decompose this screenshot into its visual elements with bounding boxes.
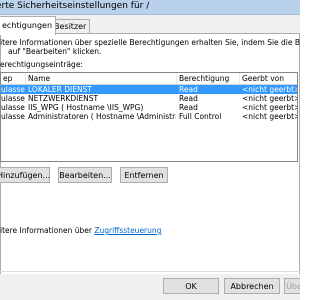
description-text: itere Informationen über spezielle Berec… [0, 38, 300, 56]
row-inherited: <nicht geerbt> [242, 112, 297, 121]
row-name: LOKALER DIENST [28, 85, 92, 94]
column-header-type[interactable]: ep [1, 73, 26, 84]
row-type: ulassen [1, 85, 25, 94]
row-type: ulassen [1, 103, 25, 112]
description-line-2: auf "Bearbeiten" klicken. [8, 47, 102, 56]
footer-separator [0, 271, 300, 272]
title-bar: erte Sicherheitseinstellungen für / [0, 0, 300, 15]
table-row[interactable]: ulassen Administratoren ( Hostname \Admi… [1, 112, 297, 121]
edit-button[interactable]: Bearbeiten... [58, 167, 112, 183]
row-name: NETZWERKDIENST [28, 94, 99, 103]
column-header-inherited[interactable]: Geerbt von [240, 73, 297, 84]
tab-berechtigungen[interactable]: echtigungen [0, 16, 57, 35]
apply-button[interactable]: Übernehmen [284, 278, 300, 294]
description-line-1: itere Informationen über spezielle Berec… [0, 38, 300, 47]
row-inherited: <nicht geerbt> [242, 94, 297, 103]
tab-strip: echtigungen Besitzer [0, 16, 300, 35]
row-inherited: <nicht geerbt> [242, 85, 297, 94]
info-prefix: itere Informationen über [0, 226, 95, 235]
dialog-footer: OK Abbrechen Übernehmen [0, 274, 300, 300]
security-settings-window: erte Sicherheitseinstellungen für / echt… [0, 0, 300, 300]
remove-button[interactable]: Entfernen [120, 167, 168, 183]
column-header-permission[interactable]: Berechtigung [177, 73, 240, 84]
permission-entries-list[interactable]: ep Name Berechtigung Geerbt von ulassen … [0, 72, 298, 162]
access-control-link[interactable]: Zugriffssteuerung [94, 226, 161, 235]
column-header-name[interactable]: Name [26, 73, 177, 84]
permission-entries-label: erechtigungseinträge: [0, 60, 83, 69]
table-row[interactable]: ulassen LOKALER DIENST Read <nicht geerb… [1, 85, 297, 94]
window-title: erte Sicherheitseinstellungen für / [0, 1, 150, 11]
row-permission: Read [179, 103, 198, 112]
row-inherited: <nicht geerbt> [242, 103, 297, 112]
row-type: ulassen [1, 112, 25, 121]
tab-besitzer[interactable]: Besitzer [50, 19, 91, 34]
row-name: IIS_WPG ( Hostname \IIS_WPG) [28, 103, 144, 112]
cancel-button[interactable]: Abbrechen [224, 278, 280, 294]
row-permission: Read [179, 94, 198, 103]
add-button[interactable]: Hinzufügen... [0, 167, 50, 183]
row-name: Administratoren ( Hostname \Administrato… [28, 112, 176, 121]
info-text: itere Informationen über Zugriffssteueru… [0, 226, 161, 235]
row-type: ulassen [1, 94, 25, 103]
table-row[interactable]: ulassen NETZWERKDIENST Read <nicht geerb… [1, 94, 297, 103]
row-permission: Read [179, 85, 198, 94]
table-row[interactable]: ulassen IIS_WPG ( Hostname \IIS_WPG) Rea… [1, 103, 297, 112]
list-header: ep Name Berechtigung Geerbt von [1, 73, 297, 85]
ok-button[interactable]: OK [163, 278, 219, 294]
row-permission: Full Control [179, 112, 222, 121]
